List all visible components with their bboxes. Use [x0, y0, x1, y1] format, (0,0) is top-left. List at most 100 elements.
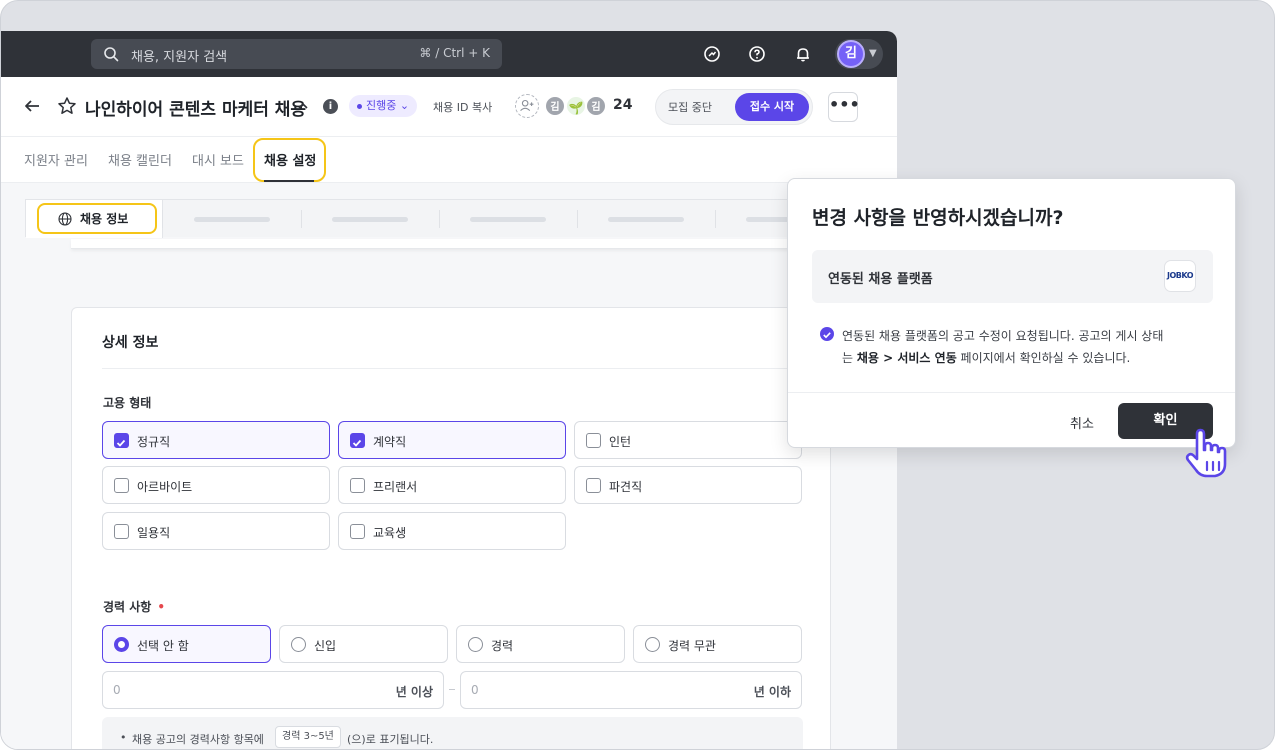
chevron-down-icon: ⌄	[399, 99, 410, 112]
subtab-bar: 채용 정보	[25, 199, 897, 238]
sprout-icon: 🌱	[568, 101, 584, 115]
employment-label: 고용 형태	[103, 396, 152, 410]
status-badge[interactable]: 진행중 ⌄	[349, 95, 418, 117]
note-tag: 경력 3~5년	[275, 726, 341, 748]
radio	[468, 637, 483, 652]
divider	[162, 210, 163, 228]
chat-icon[interactable]	[703, 45, 721, 63]
checkbox-checked	[114, 433, 129, 448]
checkbox	[114, 478, 129, 493]
tab-underline	[264, 180, 314, 182]
employment-option-label: 정규직	[137, 435, 171, 449]
member-avatar-plant[interactable]: 🌱	[565, 95, 587, 117]
member-avatar[interactable]: 김	[544, 95, 566, 117]
copy-id-button[interactable]: 채용 ID 복사	[433, 99, 492, 115]
max-years-value: 0	[471, 683, 479, 697]
previous-card-bottom	[71, 239, 897, 249]
employment-option[interactable]: 교육생	[338, 512, 566, 550]
subtab-recruit-info[interactable]: 채용 정보	[26, 200, 163, 238]
user-menu[interactable]: 김 ▼	[835, 39, 883, 69]
employment-option-label: 프리랜서	[373, 480, 418, 494]
tab-dashboard[interactable]: 대시 보드	[192, 150, 244, 169]
member-avatar[interactable]: 김	[585, 95, 607, 117]
subtab-placeholder[interactable]	[332, 217, 408, 222]
detail-card: 상세 정보 고용 형태 정규직 계약직 인턴 아르바이트 프리랜서 파견직 일용…	[71, 307, 831, 749]
radio-selected	[114, 637, 129, 652]
min-years-input[interactable]: 0 년 이상	[102, 671, 444, 709]
recruit-controls: 모집 중단 접수 시작	[655, 89, 813, 125]
career-label: 경력 사항 •	[103, 598, 165, 615]
settings-content: 채용 정보 상세 정보 고용 형태 정규직 계약직 인턴 아르바이트 프리랜서 …	[1, 183, 897, 749]
platform-box: 연동된 채용 플랫폼 JOBKO	[812, 250, 1213, 303]
dialog-message: 연동된 채용 플랫폼의 공고 수정이 요청됩니다. 공고의 게시 상태 는 채용…	[842, 325, 1212, 369]
bell-icon[interactable]	[794, 45, 812, 63]
max-years-input[interactable]: 0 년 이하	[460, 671, 802, 709]
checkbox	[350, 478, 365, 493]
confirm-dialog: 변경 사항을 반영하시겠습니까? 연동된 채용 플랫폼 JOBKO 연동된 채용…	[787, 178, 1236, 448]
stop-recruit-button[interactable]: 모집 중단	[668, 99, 712, 115]
cancel-button[interactable]: 취소	[1070, 413, 1094, 432]
employment-option-label: 아르바이트	[137, 480, 193, 494]
radio	[291, 637, 306, 652]
employment-option-label: 계약직	[373, 435, 407, 449]
career-option[interactable]: 신입	[279, 625, 448, 663]
employment-option[interactable]: 인턴	[574, 421, 802, 459]
help-icon[interactable]	[748, 45, 766, 63]
app-window: 채용, 지원자 검색 ⌘ / Ctrl + K 김 ▼ 나인하이어 콘텐츠 마케…	[1, 31, 897, 749]
subtab-placeholder[interactable]	[608, 217, 684, 222]
employment-option[interactable]: 일용직	[102, 512, 330, 550]
career-option[interactable]: 경력 무관	[633, 625, 802, 663]
globe-icon	[58, 212, 72, 226]
card-divider	[102, 368, 802, 369]
employment-option-label: 인턴	[609, 435, 632, 449]
add-member-button[interactable]	[515, 94, 539, 118]
search-placeholder: 채용, 지원자 검색	[131, 50, 228, 65]
employment-option-label: 파견직	[609, 480, 643, 494]
hand-pointer-icon	[1185, 428, 1227, 478]
checkbox	[114, 524, 129, 539]
career-option-label: 신입	[314, 639, 337, 653]
caret-down-icon: ▼	[869, 48, 877, 59]
back-arrow-icon[interactable]	[23, 97, 41, 115]
window-frame: 채용, 지원자 검색 ⌘ / Ctrl + K 김 ▼ 나인하이어 콘텐츠 마케…	[0, 0, 1275, 750]
main-tabs: 지원자 관리 채용 캘린더 대시 보드 채용 설정	[1, 137, 897, 183]
tab-settings[interactable]: 채용 설정	[264, 150, 316, 169]
employment-option[interactable]: 아르바이트	[102, 466, 330, 504]
employment-option[interactable]: 정규직	[102, 421, 330, 459]
subtab-placeholder[interactable]	[194, 217, 270, 222]
employment-option[interactable]: 파견직	[574, 466, 802, 504]
employment-option-label: 교육생	[373, 526, 407, 540]
radio	[645, 637, 660, 652]
status-label: 진행중	[366, 99, 397, 112]
career-option[interactable]: 선택 안 함	[102, 625, 271, 663]
start-recruit-button[interactable]: 접수 시작	[735, 93, 809, 121]
user-avatar: 김	[837, 40, 865, 68]
more-options-button[interactable]: •••	[828, 92, 860, 122]
min-years-value: 0	[113, 683, 121, 697]
dialog-message-pre: 는	[842, 351, 857, 365]
career-option-label: 경력	[491, 639, 514, 653]
status-dot	[357, 103, 362, 109]
dialog-message-bold: 채용 > 서비스 연동	[856, 351, 957, 365]
search-shortcut: ⌘ / Ctrl + K	[419, 46, 490, 60]
divider	[439, 210, 440, 228]
search-input[interactable]: 채용, 지원자 검색 ⌘ / Ctrl + K	[91, 39, 502, 69]
divider	[577, 210, 578, 228]
employment-option[interactable]: 프리랜서	[338, 466, 566, 504]
tab-applicants[interactable]: 지원자 관리	[24, 150, 88, 169]
info-icon[interactable]: i	[323, 99, 338, 114]
checkbox	[586, 478, 601, 493]
dialog-divider	[788, 392, 1235, 393]
subtab-placeholder[interactable]	[470, 217, 546, 222]
check-icon	[116, 439, 126, 447]
chevron-up-icon[interactable]	[297, 100, 309, 112]
jobko-logo: JOBKO	[1164, 260, 1196, 292]
add-user-icon	[520, 99, 534, 111]
divider	[715, 210, 716, 228]
tab-calendar[interactable]: 채용 캘린더	[108, 150, 172, 169]
career-option-label: 선택 안 함	[137, 639, 189, 653]
career-option[interactable]: 경력	[456, 625, 625, 663]
employment-option[interactable]: 계약직	[338, 421, 566, 459]
page-title: 나인하이어 콘텐츠 마케터 채용	[85, 100, 307, 120]
star-icon[interactable]	[57, 96, 77, 116]
